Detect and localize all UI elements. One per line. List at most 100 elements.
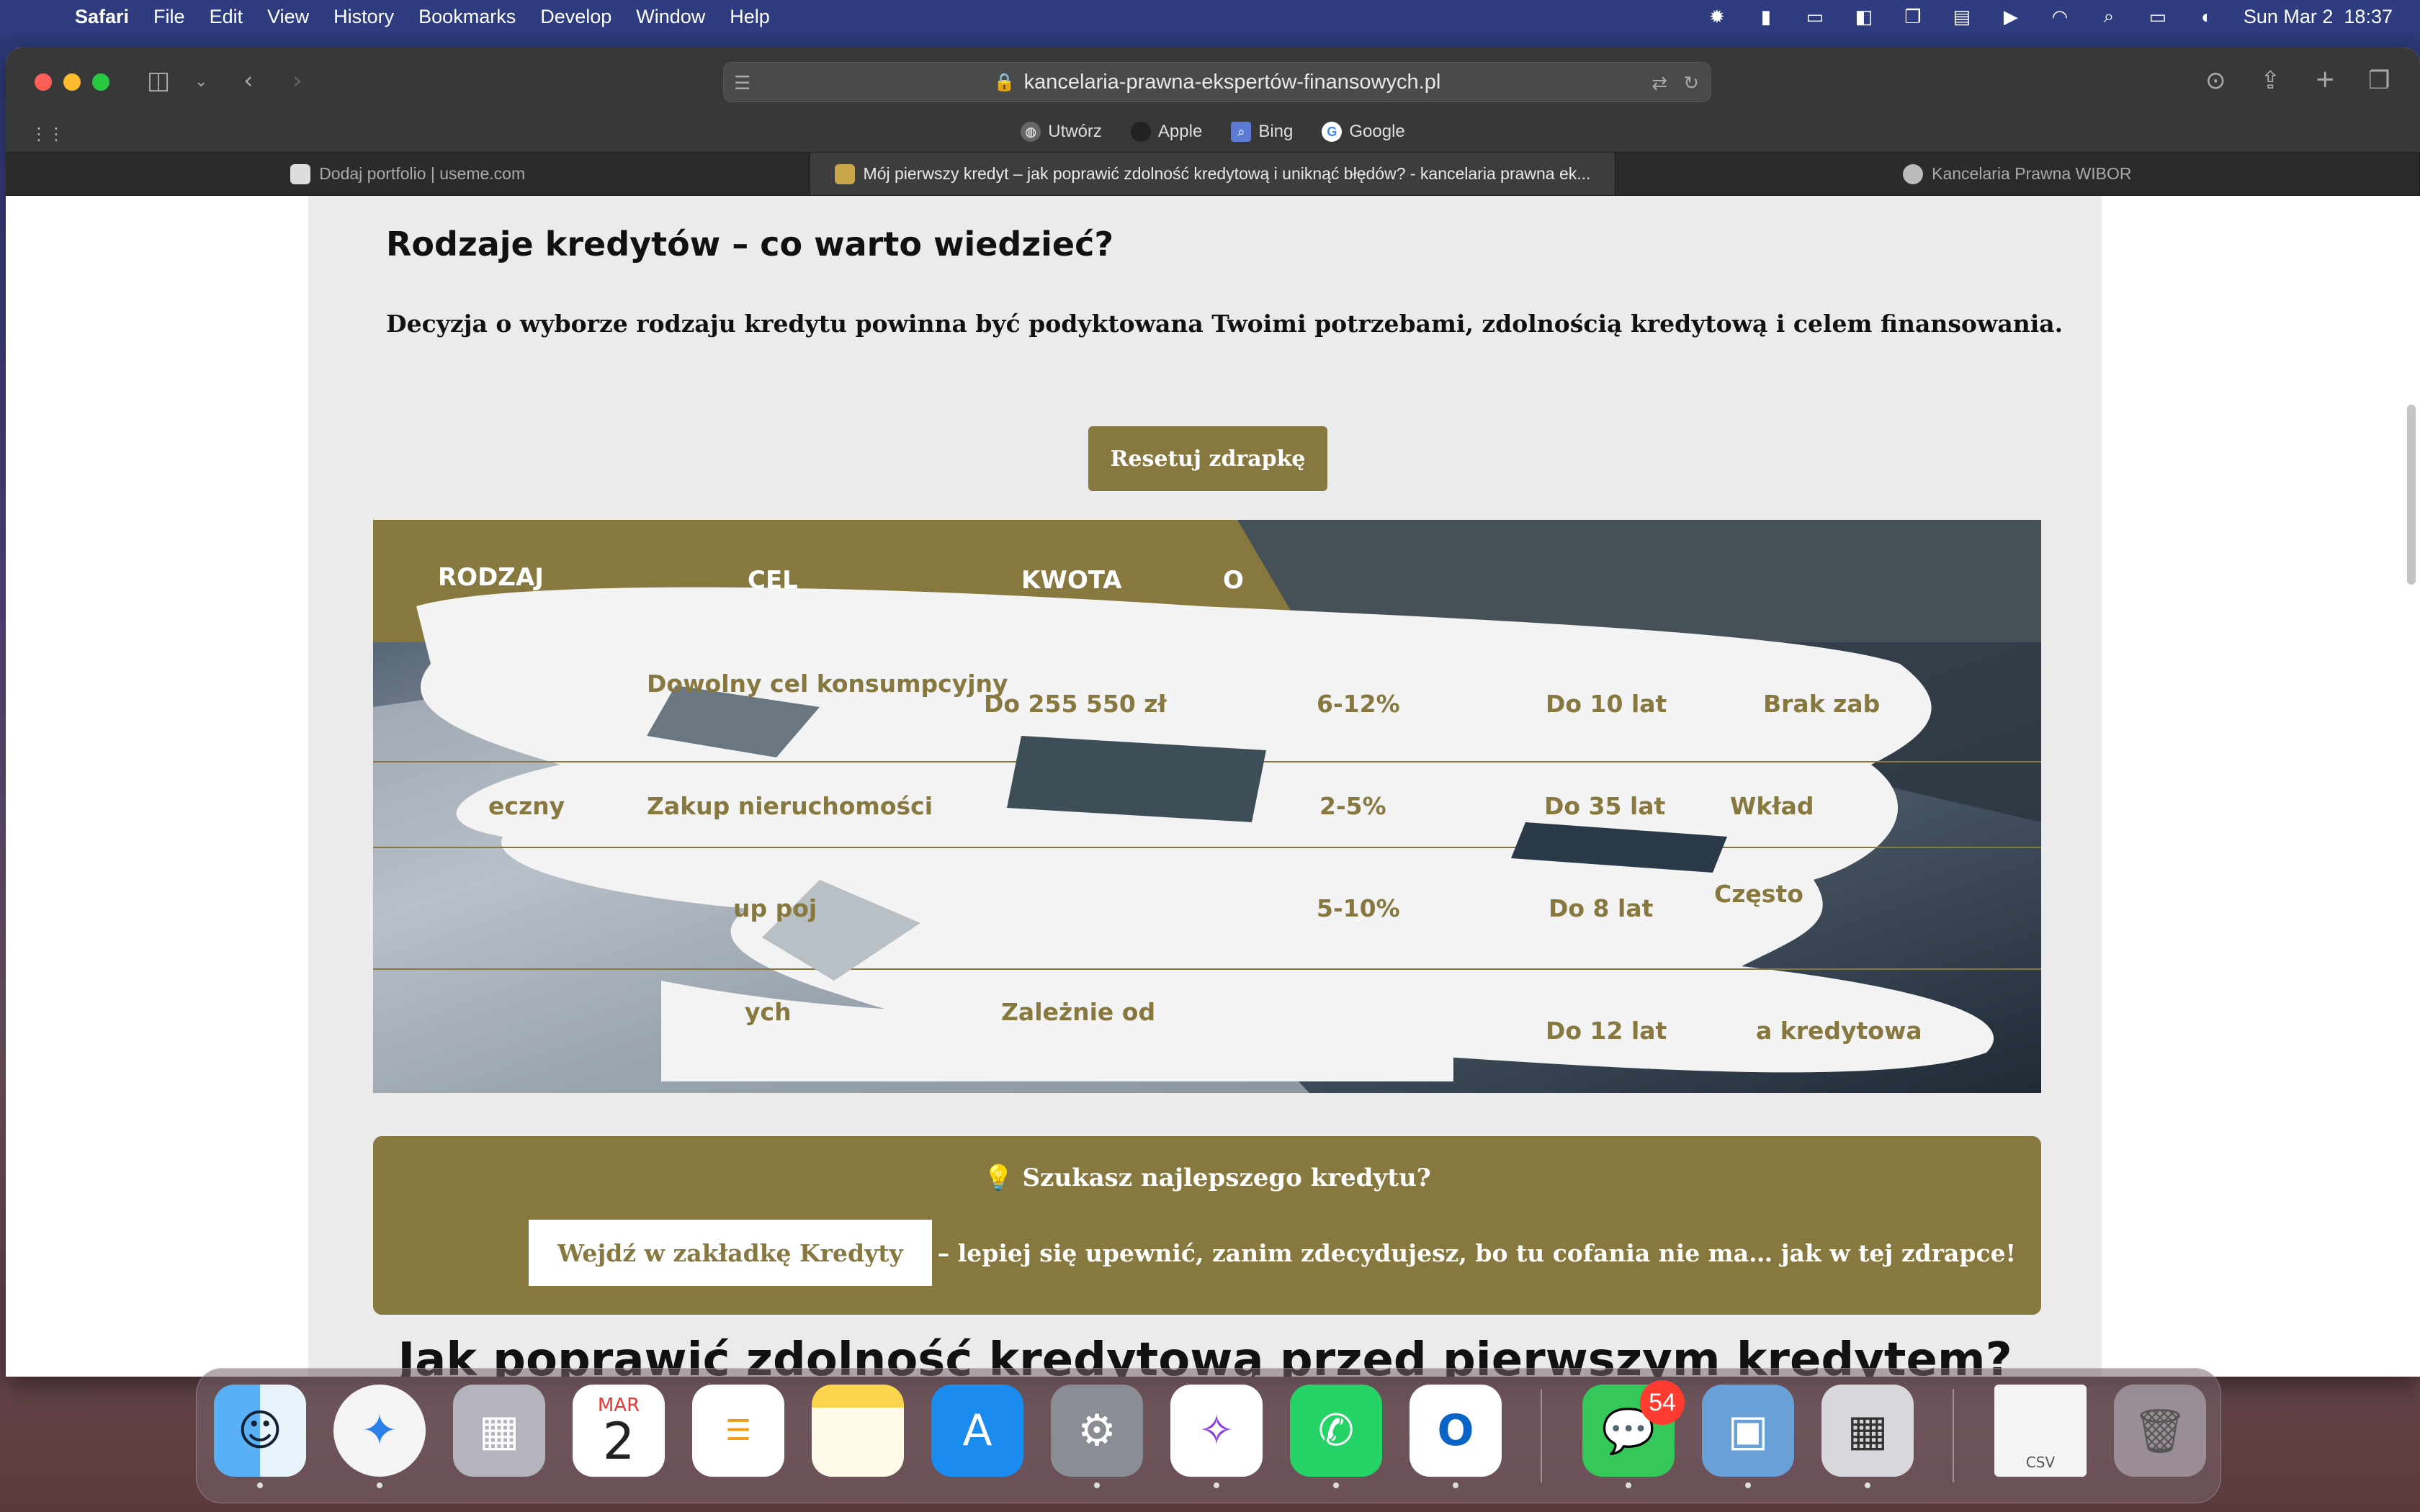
windows-icon[interactable]: ❐: [1901, 6, 1925, 27]
menu-bookmarks[interactable]: Bookmarks: [418, 6, 516, 28]
web-page: Rodzaje kredytów – co warto wiedzieć? De…: [6, 196, 2420, 1377]
page-menu-icon[interactable]: ☰: [734, 68, 750, 97]
bookmark-bing[interactable]: ⌕ Bing: [1231, 122, 1293, 142]
translate-icon[interactable]: ⇄: [1652, 68, 1667, 97]
menu-develop[interactable]: Develop: [540, 6, 611, 28]
bookmark-label: Utwórz: [1048, 122, 1102, 141]
bookmark-label: Apple: [1157, 122, 1203, 141]
tab-wibor[interactable]: Kancelaria Prawna WIBOR: [1615, 153, 2420, 195]
forward-icon[interactable]: ›: [292, 66, 302, 95]
stage-manager-icon[interactable]: ▤: [1950, 6, 1974, 27]
menu-app-name[interactable]: Safari: [75, 6, 129, 28]
play-icon[interactable]: ▶: [1999, 6, 2023, 27]
promo-text: – lepiej się upewnić, zanim zdecydujesz,…: [937, 1238, 2017, 1267]
menu-datetime[interactable]: Sun Mar 2 18:37: [2244, 6, 2393, 28]
bookmark-utworz[interactable]: ◍ Utwórz: [1021, 122, 1102, 142]
system-settings-icon[interactable]: ⚙: [1051, 1385, 1143, 1477]
app-status-icon[interactable]: ▮: [1754, 6, 1778, 27]
minimize-window-button[interactable]: [63, 73, 81, 91]
outlook-icon[interactable]: O: [1410, 1385, 1502, 1477]
whatsapp-icon[interactable]: ✆: [1290, 1385, 1382, 1477]
section-lead: Decyzja o wyborze rodzaju kredytu powinn…: [386, 310, 2063, 338]
cell-r3-oprocentowanie: 5-10%: [1317, 894, 1400, 922]
tab-useme[interactable]: Dodaj portfolio | useme.com: [6, 153, 811, 195]
csv-file-icon[interactable]: CSV: [1994, 1385, 2087, 1477]
back-icon[interactable]: ‹: [243, 66, 254, 95]
useme-favicon-icon: [290, 163, 311, 184]
search-icon[interactable]: ⌕: [2097, 5, 2121, 27]
cell-r1-kwota: Do 255 550 zł: [984, 690, 1167, 718]
reset-scratch-button[interactable]: Resetuj zdrapkę: [1088, 426, 1327, 491]
calendar-icon[interactable]: MAR 2: [573, 1385, 665, 1477]
promo-title: 💡 Szukasz najlepszego kredytu?: [983, 1164, 1431, 1192]
cell-r3-rodzaj: up poj: [733, 894, 817, 922]
control-center-icon[interactable]: ◐: [2195, 6, 2219, 27]
tab-overview-icon[interactable]: ❐: [2368, 66, 2390, 95]
close-window-button[interactable]: [35, 73, 52, 91]
header-rodzaj: RODZAJ: [438, 563, 544, 592]
dock-separator: [1953, 1389, 1954, 1482]
menu-edit[interactable]: Edit: [210, 6, 243, 28]
messages-running-dot: [1626, 1482, 1631, 1488]
page-scrollbar[interactable]: [2407, 405, 2416, 585]
chevron-down-icon[interactable]: ⌄: [194, 68, 207, 96]
bookmark-label: Bing: [1258, 122, 1294, 141]
share-icon[interactable]: ⇪: [2260, 66, 2281, 95]
messenger-icon[interactable]: ✧: [1170, 1385, 1263, 1477]
tab-title: Kancelaria Prawna WIBOR: [1932, 164, 2132, 183]
tab-title: Mój pierwszy kredyt – jak poprawić zdoln…: [863, 164, 1591, 183]
menu-history[interactable]: History: [333, 6, 394, 28]
lock-icon: 🔒: [993, 72, 1016, 92]
url-text[interactable]: kancelaria-prawna-ekspertów-finansowych.…: [1024, 71, 1441, 94]
dock: ☺ ✦ ▦ MAR 2 ☰ A ⚙ ✧ ✆ O 💬 54 ▣ ▦ CSV 🗑: [196, 1368, 2221, 1503]
cell-r4-rodzaj: ych: [745, 998, 792, 1026]
menu-window[interactable]: Window: [636, 6, 705, 28]
kredyty-link-button[interactable]: Wejdź w zakładkę Kredyty: [529, 1220, 932, 1286]
bookmark-apple[interactable]: Apple: [1130, 122, 1203, 142]
cell-r3-zabezpieczenie: Często: [1714, 880, 1803, 908]
reload-icon[interactable]: ↻: [1683, 68, 1699, 97]
scratch-card-table[interactable]: RODZAJ CEL KWOTA O Dowolny cel konsumpcy…: [373, 520, 2041, 1093]
wibor-favicon-icon: [1903, 163, 1924, 184]
trash-icon[interactable]: 🗑: [2114, 1385, 2206, 1477]
safari-window: ◫ ⌄ ‹ › ☰ 🔒 kancelaria-prawna-ekspertów-…: [6, 48, 2420, 1377]
script-icon[interactable]: ◧: [1852, 6, 1876, 27]
menu-help[interactable]: Help: [730, 6, 770, 28]
kancelaria-favicon-icon: [834, 163, 855, 184]
launchpad-icon[interactable]: ▦: [453, 1385, 545, 1477]
clapper-icon[interactable]: ▭: [1803, 6, 1827, 27]
new-tab-icon[interactable]: +: [2315, 65, 2336, 94]
menu-view[interactable]: View: [267, 6, 309, 28]
reminders-icon[interactable]: ☰: [692, 1385, 784, 1477]
sidebar-toggle-icon[interactable]: ◫: [147, 66, 170, 95]
app-store-icon[interactable]: A: [931, 1385, 1023, 1477]
bookmark-label: Google: [1349, 122, 1405, 141]
calculator-icon[interactable]: ▦: [1821, 1385, 1914, 1477]
tab-active-article[interactable]: Mój pierwszy kredyt – jak poprawić zdoln…: [810, 153, 1615, 195]
cell-r1-okres: Do 10 lat: [1546, 690, 1667, 718]
zoom-window-button[interactable]: [92, 73, 109, 91]
notes-icon[interactable]: [812, 1385, 904, 1477]
downloads-icon[interactable]: ⊙: [2205, 66, 2226, 95]
header-kwota: KWOTA: [1021, 566, 1122, 595]
messenger-running-dot: [1214, 1482, 1219, 1488]
messages-badge: 54: [1640, 1380, 1685, 1425]
finder-icon[interactable]: ☺: [214, 1385, 306, 1477]
calendar-day: 2: [602, 1412, 635, 1471]
globe-icon: ◍: [1021, 122, 1041, 142]
menu-file[interactable]: File: [153, 6, 185, 28]
favorites-bar: ◍ Utwórz Apple ⌕ Bing G Google: [6, 114, 2420, 150]
csv-label: CSV: [2025, 1454, 2056, 1471]
cell-r4-okres: Do 12 lat: [1546, 1017, 1667, 1045]
cell-r4-kwota: Zależnie od: [1001, 998, 1156, 1026]
safari-icon[interactable]: ✦: [333, 1385, 426, 1477]
battery-icon[interactable]: ▭: [2146, 6, 2170, 27]
brightness-icon[interactable]: ✹: [1705, 6, 1729, 27]
bookmark-google[interactable]: G Google: [1322, 122, 1405, 142]
finder-running-dot: [257, 1482, 263, 1488]
safari-running-dot: [377, 1482, 382, 1488]
address-bar[interactable]: ☰ 🔒 kancelaria-prawna-ekspertów-finansow…: [723, 62, 1711, 102]
preview-icon[interactable]: ▣: [1702, 1385, 1794, 1477]
wifi-icon[interactable]: ◠: [2048, 6, 2072, 27]
header-cel: CEL: [748, 566, 798, 595]
